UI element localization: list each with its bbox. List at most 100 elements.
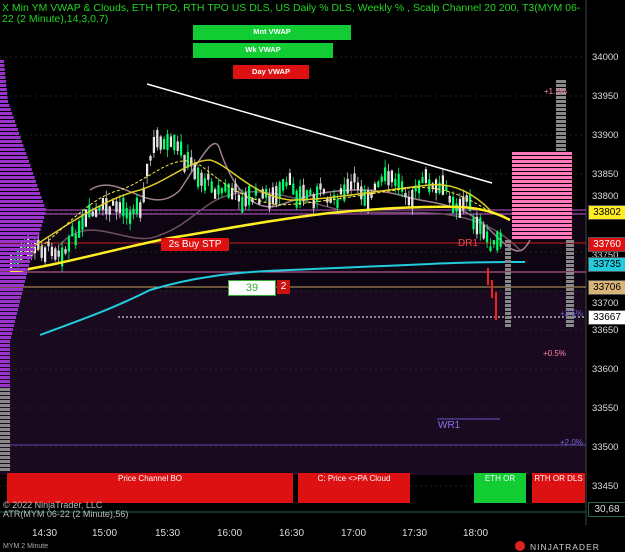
tpo-right-block [566,260,574,263]
price-pa-cloud-button[interactable]: C: Price <>PA Cloud [298,473,410,503]
tpo-right-block [505,284,511,287]
tpo-left-block [0,304,19,307]
tpo-right-block [556,132,566,135]
tpo-left-block [0,200,43,203]
tpo-left-block [0,444,10,447]
tpo-left-block [0,96,8,99]
tpo-left-block [0,276,26,279]
tpo-left-block [0,320,15,323]
atr-value: 30,68 [588,502,625,517]
tpo-right-block [556,140,566,143]
tpo-left-block [0,68,5,71]
tpo-left-block [0,376,10,379]
tpo-right-block [505,240,511,243]
tpo-right-block [505,252,511,255]
tpo-right-block [556,116,566,119]
tpo-right-block [556,120,566,123]
tpo-right-block [505,316,511,319]
tpo-left-block [0,312,17,315]
tpo-left-block [0,244,36,247]
footer-instrument: MYM 2 Minute [3,543,49,550]
ninjatrader-logo-icon [515,541,525,551]
tpo-right-block [556,124,566,127]
tpo-left-block [0,128,18,131]
tpo-left-block [0,436,10,439]
tpo-left-block [0,284,24,287]
tpo-left-block [0,292,22,295]
tpo-right-block [512,156,572,159]
tpo-right-block [505,244,511,247]
tpo-left-block [0,92,8,95]
tpo-left-block [0,388,10,391]
chart-title: X Min YM VWAP & Clouds, ETH TPO, RTH TPO… [2,2,581,25]
price-marker-33667: 33667 [588,310,625,325]
tpo-right-block [505,268,511,271]
tpo-left-block [0,104,10,107]
tpo-left-block [0,116,14,119]
tpo-left-block [0,124,17,127]
tpo-left-block [0,452,10,455]
tpo-right-block [566,264,574,267]
buy-stop-label[interactable]: 2s Buy STP [161,238,229,251]
time-axis-label: 18:00 [463,528,489,539]
tpo-left-block [0,428,10,431]
tpo-left-block [0,204,45,207]
tpo-right-block [505,304,511,307]
tpo-right-block [556,96,566,99]
tpo-right-block [512,196,572,199]
tpo-left-block [0,256,33,259]
time-axis-label: 16:00 [217,528,243,539]
tpo-right-block [505,312,511,315]
tpo-right-block [512,220,572,223]
tpo-left-block [0,156,28,159]
pct-1-5-label: +1.5% [544,87,567,96]
price-axis-label: 33500 [592,442,619,453]
atr-label: ATR(MYM 06-22 (2 Minute),56) [3,509,129,519]
price-chart[interactable] [0,0,625,552]
price-marker-33706: 33706 [588,280,625,295]
price-channel-bo-button[interactable]: Price Channel BO [7,473,293,503]
tpo-right-block [512,236,572,239]
rth-or-dls-button[interactable]: RTH OR DLS [532,473,585,503]
tpo-left-block [0,152,27,155]
tpo-right-block [512,152,572,155]
tpo-left-block [0,228,41,231]
tpo-left-block [0,144,24,147]
tpo-left-block [0,456,10,459]
tpo-left-block [0,340,10,343]
day-vwap-button[interactable]: Day VWAP [233,65,309,79]
price-axis-label: 33600 [592,364,619,375]
tpo-right-block [512,164,572,167]
tpo-left-block [0,308,18,311]
tpo-left-block [0,392,10,395]
ninjatrader-logo: NINJATRADER [530,542,600,552]
tpo-left-block [0,188,39,191]
tpo-left-block [0,160,29,163]
tpo-left-block [0,72,6,75]
tpo-right-block [566,256,574,259]
tpo-right-block [566,300,574,303]
mnt-vwap-button[interactable]: Mnt VWAP [193,25,351,40]
eth-or-button[interactable]: ETH OR [474,473,526,503]
tpo-left-block [0,140,22,143]
tpo-left-block [0,88,7,91]
tpo-left-block [0,108,11,111]
tpo-right-block [566,248,574,251]
tpo-left-block [0,468,10,471]
tpo-right-block [512,232,572,235]
tpo-left-block [0,248,35,251]
tpo-left-block [0,404,10,407]
tpo-left-block [0,356,10,359]
time-axis-label: 17:30 [402,528,428,539]
tpo-left-block [0,100,8,103]
tpo-right-block [505,272,511,275]
pct-2-5-label: +2.5% [560,309,583,318]
tpo-right-block [566,288,574,291]
tpo-left-block [0,416,10,419]
wk-vwap-button[interactable]: Wk VWAP [193,43,333,58]
tpo-left-block [0,352,10,355]
tpo-left-block [0,180,36,183]
tpo-right-block [556,136,566,139]
counter-box-b: 2 [277,280,290,294]
tpo-right-block [505,256,511,259]
